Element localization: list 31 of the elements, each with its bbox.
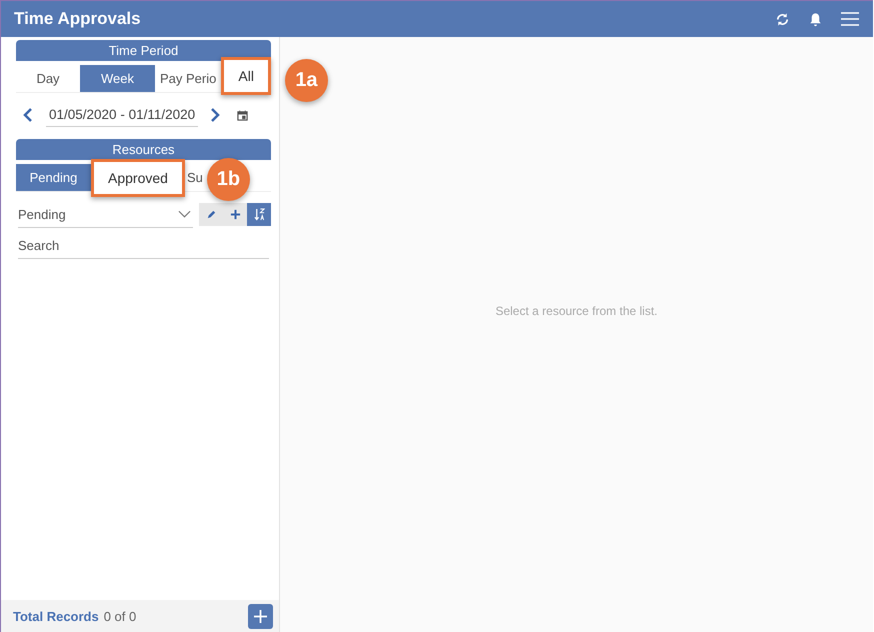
record-count: 0 of 0 bbox=[104, 608, 136, 624]
filter-dropdown[interactable]: Pending bbox=[18, 201, 193, 228]
section-header: Resources bbox=[16, 139, 271, 160]
plus-icon bbox=[230, 209, 240, 220]
tab[interactable]: Pending bbox=[16, 164, 91, 191]
date-range-field[interactable]: 01/05/2020 - 01/11/2020 bbox=[46, 103, 198, 127]
sort-button[interactable] bbox=[247, 203, 271, 226]
tab[interactable]: Su bbox=[184, 164, 203, 191]
pencil-icon bbox=[206, 209, 216, 220]
sort-icon bbox=[254, 208, 264, 221]
chevron-down-icon bbox=[178, 210, 191, 218]
bell-icon[interactable] bbox=[808, 12, 823, 26]
tab[interactable]: Week bbox=[80, 65, 155, 92]
tab[interactable]: Approved bbox=[91, 159, 185, 197]
tab[interactable]: Day bbox=[16, 65, 80, 92]
section-header: Time Period bbox=[16, 40, 271, 61]
app-title: Time Approvals bbox=[14, 9, 141, 29]
chevron-right-icon[interactable] bbox=[210, 108, 220, 122]
menu-icon[interactable] bbox=[841, 12, 859, 26]
refresh-icon[interactable] bbox=[775, 12, 790, 26]
tab[interactable]: Pay Perio bbox=[155, 65, 222, 92]
edit-button[interactable] bbox=[199, 203, 223, 226]
chevron-left-icon[interactable] bbox=[23, 108, 33, 122]
add-button[interactable] bbox=[223, 203, 247, 226]
step-badge: 1b bbox=[206, 158, 250, 201]
plus-icon bbox=[254, 610, 267, 622]
empty-message: Select a resource from the list. bbox=[495, 304, 658, 320]
total-records-label: Total Records bbox=[13, 608, 99, 624]
tab[interactable]: All bbox=[221, 57, 271, 95]
add-button[interactable] bbox=[248, 604, 273, 628]
calendar-icon[interactable] bbox=[237, 110, 248, 120]
